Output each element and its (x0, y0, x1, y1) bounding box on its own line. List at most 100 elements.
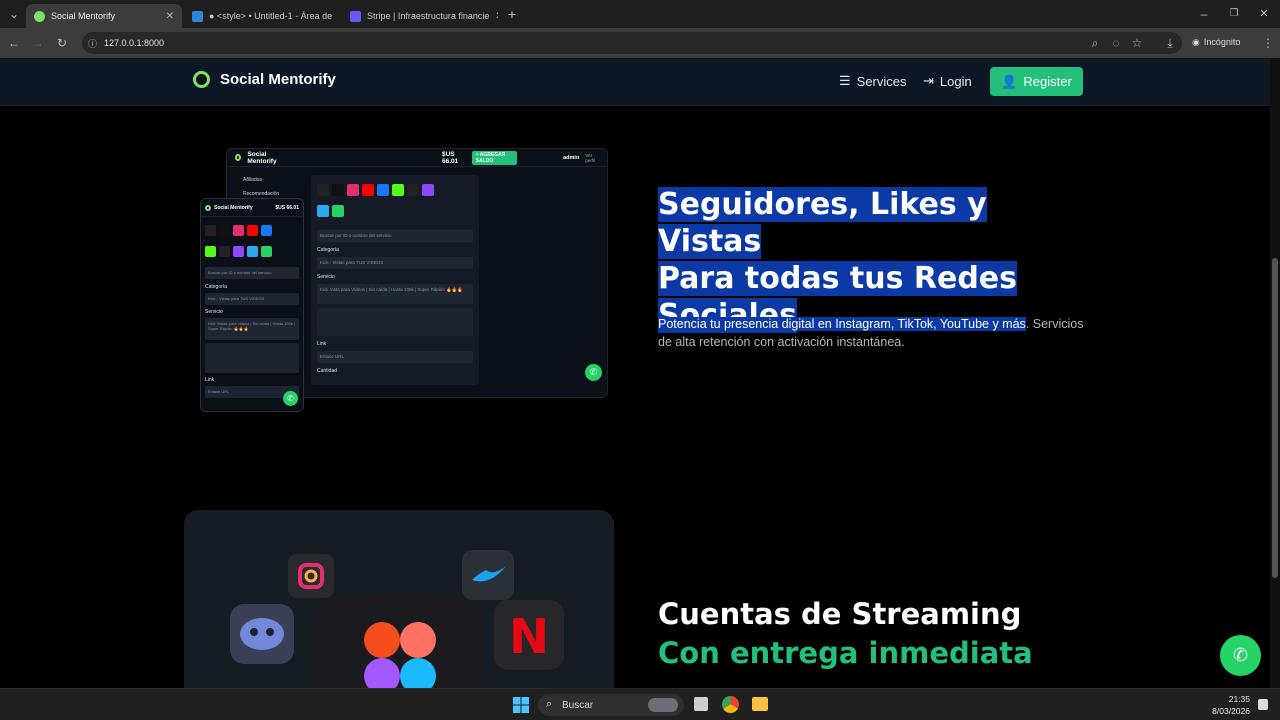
menu-icon[interactable]: ⋮ (1260, 35, 1276, 51)
social-apps-image: N (184, 510, 614, 688)
social-apps-illustration: N (230, 550, 564, 688)
mockup-category-field: Kick - Vistas para TUS VIDEOS (317, 257, 473, 269)
stripe-favicon (350, 10, 361, 22)
mockup-price-box (317, 308, 473, 336)
mockup-order-panel: Buscar por ID o nombre del servicio Cate… (311, 175, 479, 385)
phone-whatsapp-icon: ✆ (283, 391, 298, 406)
user-plus-icon: 👤 (1001, 73, 1018, 89)
tab-label: ● <style> • Untitled-1 - Área de (209, 11, 332, 21)
hero-description-selected: Potencia tu presencia digital en Instagr… (658, 317, 1026, 331)
whatsapp-float-button[interactable]: ✆ (1220, 635, 1261, 676)
tab-social-mentorify[interactable]: Social Mentorify ✕ (26, 4, 182, 28)
mockup-category-label: Categoría (317, 247, 339, 253)
phone-price-box (205, 343, 299, 373)
taskbar-clock[interactable]: 21:35 8/03/2026 (1212, 693, 1250, 717)
mockup-whatsapp-icon: ✆ (585, 364, 602, 381)
taskbar-search-label: Buscar (562, 699, 594, 711)
svg-text:N: N (509, 609, 549, 665)
mockup-link-field: Enlace URL (317, 351, 473, 363)
phone-topbar: Social Mentorify $US 66.01 (201, 199, 303, 217)
browser-toolbar: ← → ↻ ⓘ 127.0.0.1:8000 ⌕ ◌ ☆ ⤓ ◉ Incógni… (0, 28, 1280, 58)
reload-icon[interactable]: ↻ (54, 35, 70, 51)
file-explorer-icon[interactable] (752, 697, 768, 711)
windows-start-icon[interactable] (513, 697, 529, 713)
close-window-icon[interactable]: ✕ (1256, 6, 1272, 22)
tab-stripe[interactable]: Stripe | Infraestructura financie ✕ (342, 4, 498, 28)
register-label: Register (1023, 74, 1072, 89)
mockup-link-label: Link (317, 341, 327, 347)
phone-logo-icon (205, 204, 211, 211)
phone-category-label: Categoría (205, 284, 227, 290)
mockup-user: admin (563, 154, 580, 161)
search-icon: ⌕ (546, 698, 553, 710)
mockup-user-sub: Ver perfil (585, 152, 596, 163)
register-button[interactable]: 👤 Register (990, 67, 1083, 96)
phone-service-field: Kick Vistas para videos | Sin caída | Ha… (205, 318, 299, 340)
site-header: Social Mentorify ☰ Services ⇥ Login 👤 Re… (0, 58, 1270, 106)
close-tab-icon[interactable]: ✕ (166, 11, 174, 22)
tab-label: Social Mentorify (51, 11, 116, 21)
nav-login[interactable]: ⇥ Login (923, 73, 972, 89)
scrollbar-thumb[interactable] (1272, 258, 1278, 578)
main-content: Social Mentorify $US 66.01 + AGREGAR SAL… (0, 106, 1270, 688)
phone-balance: $US 66.01 (275, 204, 299, 211)
mockup-logo-icon (235, 154, 242, 161)
phone-social-icons (201, 217, 303, 262)
chrome-taskbar-icon[interactable] (722, 696, 739, 713)
streaming-title: Cuentas de Streaming (658, 597, 1022, 631)
nav-login-label: Login (939, 73, 972, 89)
mobile-mockup-image: Social Mentorify $US 66.01 Buscar por ID… (200, 198, 304, 412)
address-input[interactable]: ⓘ 127.0.0.1:8000 (82, 32, 1182, 54)
close-tab-icon[interactable]: ✕ (495, 11, 498, 22)
eye-off-icon[interactable]: ◌ (1108, 35, 1124, 51)
incognito-indicator[interactable]: ◉ Incógnito (1192, 37, 1240, 48)
vscode-favicon (192, 10, 203, 22)
new-tab-icon[interactable]: + (504, 6, 520, 22)
tab-label: Stripe | Infraestructura financie (367, 11, 490, 21)
phone-search-field: Buscar por ID o nombre del servicio (205, 267, 299, 279)
task-view-icon[interactable] (694, 697, 708, 711)
search-highlight-image (648, 698, 678, 712)
incognito-label: Incógnito (1203, 37, 1241, 47)
mockup-menu-item: Recomendación (243, 191, 280, 197)
hero-description: Potencia tu presencia digital en Instagr… (658, 315, 1088, 351)
forward-icon[interactable]: → (30, 35, 46, 51)
list-icon: ☰ (839, 73, 851, 88)
notification-bell-icon[interactable] (1258, 699, 1268, 710)
phone-category-field: Kick - Vistas para TUS VIDEOS (205, 293, 299, 305)
clock-date: 8/03/2026 (1212, 706, 1250, 716)
mockup-add-balance: + AGREGAR SALDO (471, 150, 518, 165)
taskbar-search[interactable]: ⌕ Buscar (538, 694, 684, 716)
login-icon: ⇥ (923, 73, 934, 88)
hero-title-line: Para todas tus Redes (658, 261, 1018, 296)
mockup-service-field: Kick Vista para Videos | Sin caída | Has… (317, 284, 473, 304)
mockup-topbar: Social Mentorify $US 66.01 + AGREGAR SAL… (227, 149, 607, 167)
page-scrollbar[interactable] (1270, 58, 1280, 688)
restore-icon[interactable]: ❐ (1226, 6, 1242, 22)
hero-title: Seguidores, Likes y Vistas Para todas tu… (658, 186, 1098, 334)
tab-vscode[interactable]: ● <style> • Untitled-1 - Área de ✕ (184, 4, 332, 28)
brand-logo-icon (193, 71, 210, 88)
back-icon[interactable]: ← (6, 35, 22, 51)
brand-name: Social Mentorify (220, 71, 336, 88)
whatsapp-icon: ✆ (1232, 645, 1249, 665)
download-icon[interactable]: ⤓ (1162, 35, 1178, 51)
clock-time: 21:35 (1228, 694, 1250, 704)
social-mentorify-favicon (34, 10, 45, 22)
url-text: 127.0.0.1:8000 (104, 38, 165, 48)
tab-search-icon[interactable]: ⌄ (6, 6, 22, 22)
bookmark-star-icon[interactable]: ☆ (1129, 35, 1145, 51)
brand[interactable]: Social Mentorify (193, 71, 336, 88)
incognito-icon: ◉ (1192, 37, 1200, 47)
mockup-social-icons (311, 175, 479, 222)
hero-title-line: Seguidores, Likes y Vistas (658, 187, 987, 259)
phone-link-label: Link (205, 377, 215, 383)
phone-brand: Social Mentorify (214, 204, 253, 211)
mockup-balance: $US 66.01 (442, 150, 459, 165)
site-info-icon[interactable]: ⓘ (88, 37, 97, 50)
mockup-brand: Social Mentorify (247, 150, 277, 165)
zoom-icon[interactable]: ⌕ (1087, 35, 1103, 51)
nav-services[interactable]: ☰ Services (839, 73, 907, 89)
phone-service-label: Servicio (205, 309, 223, 315)
minimize-icon[interactable]: – (1196, 6, 1212, 22)
